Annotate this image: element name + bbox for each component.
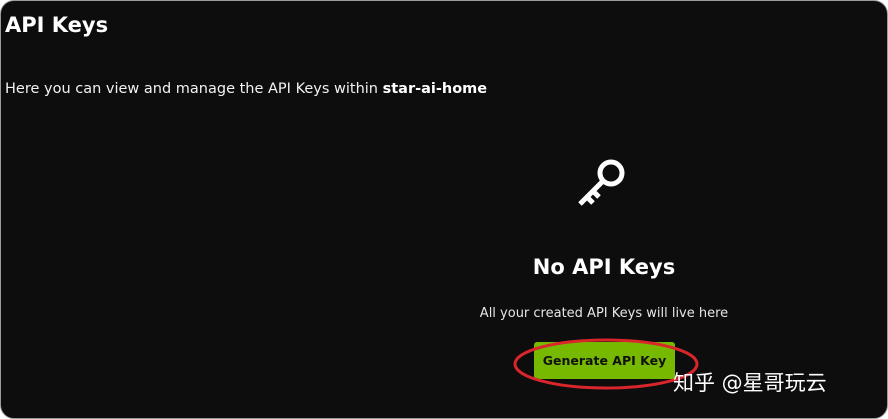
description-text: Here you can view and manage the API Key… — [5, 81, 383, 97]
generate-api-key-button[interactable]: Generate API Key — [534, 342, 675, 379]
key-icon — [578, 159, 625, 206]
watermark: 知乎 @星哥玩云 — [673, 371, 827, 395]
page-description: Here you can view and manage the API Key… — [5, 81, 487, 97]
empty-state-subtitle: All your created API Keys will live here — [479, 306, 729, 321]
project-name: star-ai-home — [382, 81, 488, 97]
api-keys-panel: API Keys Here you can view and manage th… — [0, 0, 888, 419]
page-title: API Keys — [5, 13, 109, 37]
empty-state-title: No API Keys — [532, 255, 676, 279]
